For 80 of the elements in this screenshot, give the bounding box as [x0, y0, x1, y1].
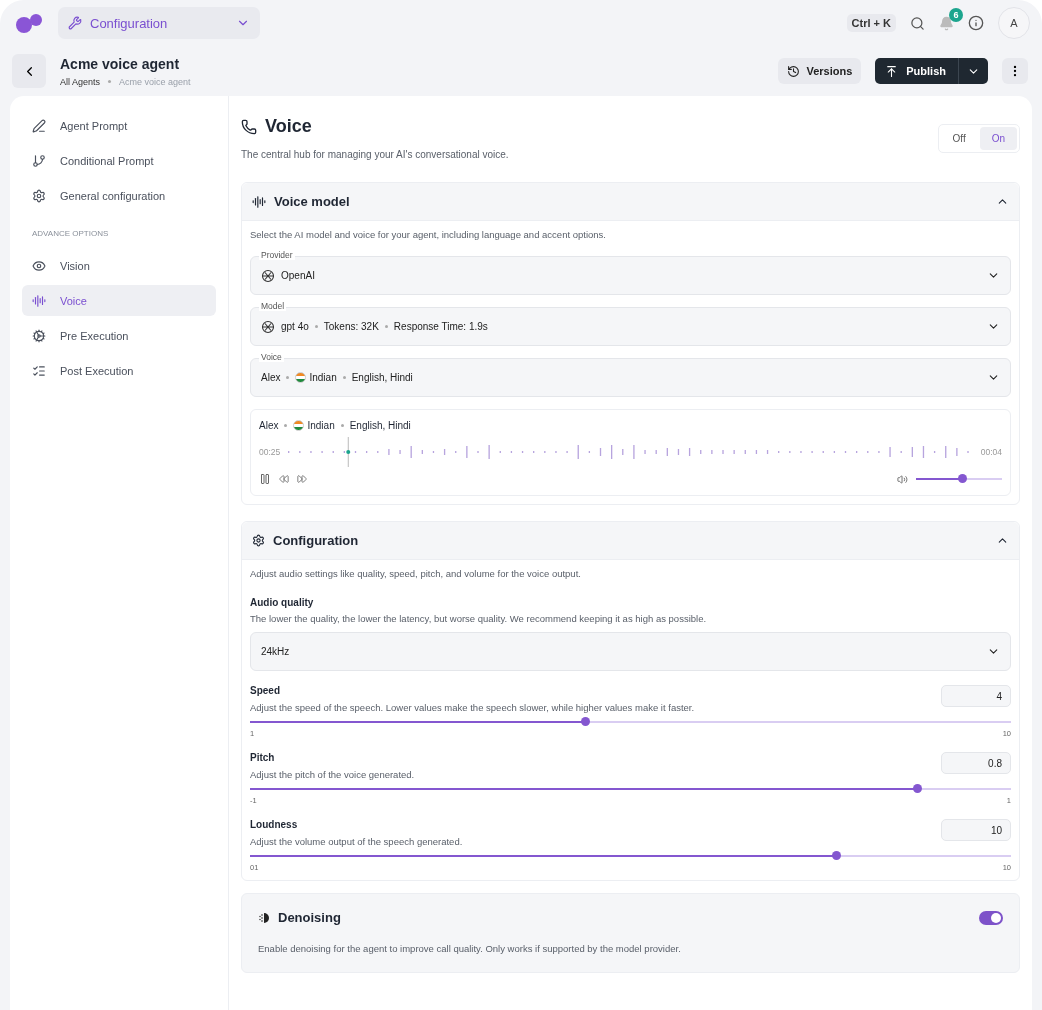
voice-detail: Response Time: 1.9s [393, 321, 488, 332]
setting-label: Loudness [250, 819, 299, 830]
setting-description: Adjust the volume output of the speech generated. [250, 836, 463, 847]
avatar-button[interactable]: A [998, 7, 1030, 39]
section-description: Enable denoising for the agent to improve call quality. Only works if supported by the model provider. [258, 943, 682, 954]
slider-thumb[interactable] [913, 784, 923, 793]
remaining-time: 00:04 [980, 447, 1002, 457]
section-heading: ADVANCE OPTIONS [31, 228, 110, 240]
section-description: Select the AI model and voice for your agent, including language and accent options. [250, 229, 607, 240]
setting-description: Adjust the pitch of the voice generated. [250, 769, 415, 780]
settings-icon [252, 534, 265, 547]
versions-button[interactable]: Versions [778, 58, 862, 84]
number-field[interactable]: 10 [941, 819, 1011, 841]
logo-icon [14, 12, 44, 34]
voice-detail: Indian [309, 372, 337, 383]
sidebar-item[interactable]: Vision [22, 250, 216, 281]
notification-count: 6 [949, 7, 963, 22]
denoising-switch[interactable] [979, 910, 1003, 925]
toggle-option[interactable]: Off [940, 127, 978, 150]
voice-detail: English, Hindi [351, 372, 413, 383]
sidebar-item[interactable]: Pre Execution [22, 320, 216, 351]
setting-description: The lower the quality, the lower the latency, but worse quality. We recommend keeping it as high as possible. [250, 613, 708, 624]
search-button[interactable] [910, 15, 925, 31]
voice-detail: Tokens: 32K [323, 321, 379, 332]
field-label: Provider [259, 250, 295, 260]
configuration-dropdown[interactable]: Configuration [58, 7, 260, 39]
section-description: Adjust audio settings like quality, speed, pitch, and volume for the voice output. [250, 568, 582, 579]
field-label: Model [259, 301, 287, 311]
sidebar-item[interactable]: Agent Prompt [22, 110, 216, 141]
field-label: Voice [259, 352, 284, 362]
phone-icon [241, 118, 257, 135]
settings-icon [32, 188, 46, 203]
slider-thumb[interactable] [831, 851, 841, 860]
sidebar-item[interactable]: Voice [22, 285, 216, 316]
notifications-button[interactable] [939, 15, 954, 31]
voice-detail: English, Hindi [349, 420, 411, 431]
setting-label: Speed [250, 685, 281, 696]
page-description: The central hub for managing your AI's conversational voice. [241, 149, 509, 160]
select-field[interactable]: 24kHz [250, 632, 1011, 671]
fast-forward-icon[interactable] [297, 474, 307, 484]
pen-icon [32, 118, 46, 133]
voice-detail: Alex [259, 420, 279, 431]
setting-label: Audio quality [250, 597, 315, 608]
sidebar-item[interactable]: Post Execution [22, 355, 216, 386]
voice-detail: gpt 4o [281, 321, 309, 332]
sidebar-item[interactable]: Conditional Prompt [22, 145, 216, 176]
voice-detail: Alex [261, 372, 281, 383]
setting-description: Adjust the speed of the speech. Lower values make the speech slower, while higher values make it faster. [250, 702, 695, 713]
page-title: Voice [265, 116, 312, 137]
number-field[interactable]: 0.8 [941, 752, 1011, 774]
gear-icon [32, 328, 46, 343]
eye-icon [32, 258, 46, 273]
checklist-icon [32, 363, 46, 378]
setting-label: Pitch [250, 752, 276, 763]
section-header[interactable]: Configuration [242, 522, 1019, 560]
history-icon [787, 64, 801, 78]
rewind-icon[interactable] [279, 474, 289, 484]
toggle-option[interactable]: On [979, 127, 1017, 150]
info-button[interactable] [968, 15, 984, 31]
upload-icon [885, 64, 899, 78]
voice-detail: Indian [307, 420, 335, 431]
publish-button[interactable]: Publish [875, 58, 988, 84]
back-button[interactable] [12, 54, 46, 88]
slider-thumb[interactable] [580, 717, 590, 726]
section-title: Denoising [278, 910, 342, 925]
denoise-icon [258, 911, 270, 924]
slider-thumb[interactable] [957, 474, 967, 483]
sidebar-item[interactable]: General configuration [22, 180, 216, 211]
volume-icon[interactable] [897, 473, 908, 485]
sound-wave-icon [32, 293, 46, 308]
elapsed-time: 00:25 [259, 447, 281, 457]
pause-icon[interactable] [259, 473, 271, 485]
tools-icon [68, 16, 82, 30]
voice-detail: OpenAI [281, 270, 315, 281]
section-header[interactable]: Voice model [242, 183, 1019, 221]
breadcrumb-link[interactable]: All Agents [60, 76, 101, 87]
branch-icon [32, 153, 46, 168]
number-field[interactable]: 4 [941, 685, 1011, 707]
agent-title: Acme voice agent [60, 55, 181, 72]
shortcut-hint: Ctrl + K [846, 14, 896, 32]
